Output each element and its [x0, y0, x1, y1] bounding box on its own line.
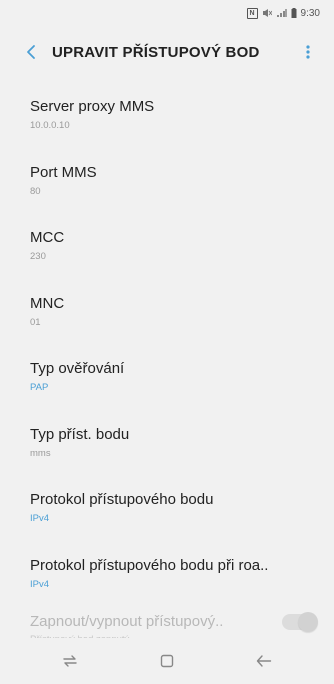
item-value: 10.0.0.10 — [30, 120, 70, 132]
item-title: MCC — [30, 229, 65, 247]
back-icon[interactable] — [244, 641, 284, 681]
list-item-mcc[interactable]: MCC 230 — [0, 213, 334, 279]
page-title: UPRAVIT PŘÍSTUPOVÝ BOD — [52, 43, 260, 61]
app-bar: UPRAVIT PŘÍSTUPOVÝ BOD — [0, 30, 334, 74]
list-item-apn-protocol[interactable]: Protokol přístupového bodu IPv4 — [0, 475, 334, 541]
item-value: 230 — [30, 251, 46, 263]
item-value: PAP — [30, 382, 49, 394]
mute-icon — [262, 8, 272, 18]
list-item-proxy-mms[interactable]: Server proxy MMS 10.0.0.10 — [0, 82, 334, 148]
status-bar: N 9:30 — [0, 0, 334, 26]
signal-icon — [276, 8, 287, 18]
item-value: 01 — [30, 316, 41, 328]
item-value: 80 — [30, 185, 41, 197]
item-value: IPv4 — [30, 513, 50, 525]
list-item-apn-type[interactable]: Typ příst. bodu mms — [0, 410, 334, 476]
item-value: IPv4 — [30, 578, 50, 590]
battery-icon — [291, 8, 297, 18]
list-item-mnc[interactable]: MNC 01 — [0, 279, 334, 345]
item-title: Server proxy MMS — [30, 98, 155, 116]
apn-enable-toggle[interactable] — [282, 612, 318, 632]
item-value: mms — [30, 447, 51, 459]
item-title: Protokol přístupového bodu — [30, 491, 214, 509]
status-time: 9:30 — [300, 7, 320, 19]
item-title: Protokol přístupového bodu při roa.. — [30, 556, 269, 574]
item-title: Typ ověřování — [30, 360, 125, 378]
item-title: Zapnout/vypnout přístupový.. — [30, 613, 224, 630]
list-item-port-mms[interactable]: Port MMS 80 — [0, 148, 334, 214]
settings-list: Server proxy MMS 10.0.0.10 Port MMS 80 M… — [0, 82, 334, 646]
navigation-bar — [0, 638, 334, 684]
nfc-icon: N — [246, 7, 258, 19]
item-title: Typ příst. bodu — [30, 425, 130, 443]
recent-apps-icon[interactable] — [50, 641, 90, 681]
back-arrow-icon[interactable] — [16, 37, 46, 67]
list-item-apn-roaming-protocol[interactable]: Protokol přístupového bodu při roa.. IPv… — [0, 541, 334, 607]
item-title: MNC — [30, 294, 65, 312]
item-title: Port MMS — [30, 163, 97, 181]
list-item-auth-type[interactable]: Typ ověřování PAP — [0, 344, 334, 410]
toggle-knob — [298, 612, 318, 632]
more-vert-icon[interactable] — [296, 37, 320, 67]
home-icon[interactable] — [147, 641, 187, 681]
